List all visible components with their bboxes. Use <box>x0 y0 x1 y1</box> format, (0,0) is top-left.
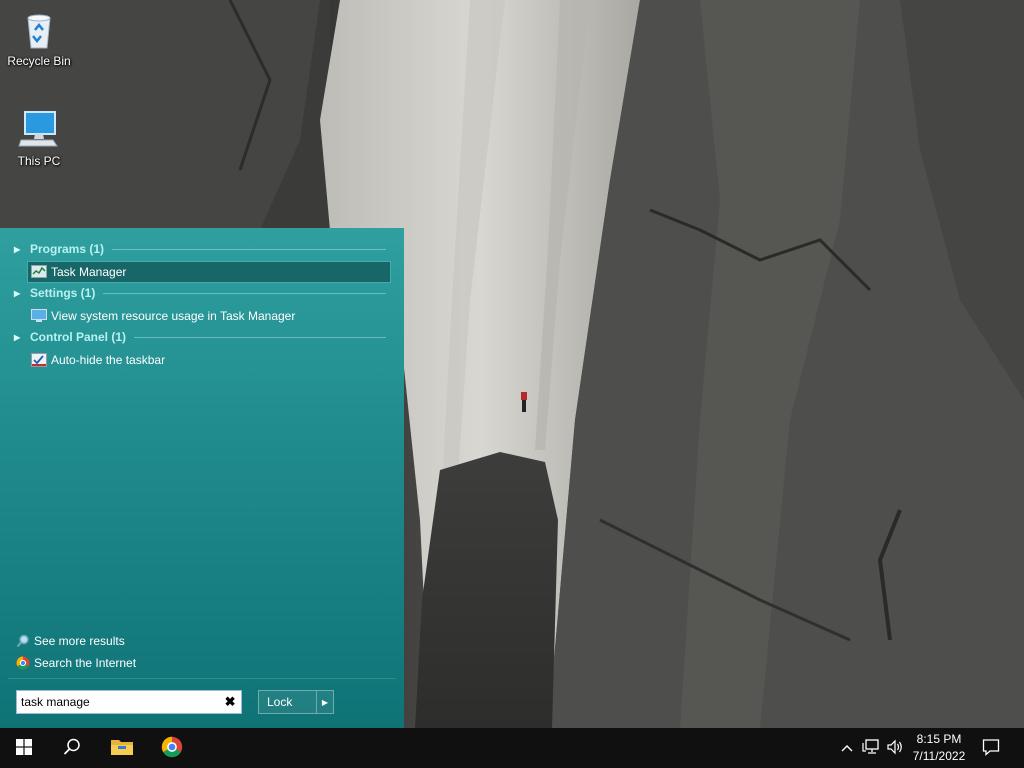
desktop-icon-recycle-bin[interactable]: Recycle Bin <box>1 8 77 68</box>
windows-start-icon <box>16 738 32 758</box>
task-manager-icon <box>31 265 47 279</box>
volume-icon <box>886 739 904 758</box>
recycle-bin-icon <box>17 8 61 52</box>
result-label: Auto-hide the taskbar <box>51 353 166 367</box>
chrome-icon <box>16 656 30 670</box>
clock-time: 8:15 PM <box>916 732 962 746</box>
result-label: View system resource usage in Task Manag… <box>51 309 296 323</box>
link-label: Search the Internet <box>34 656 137 670</box>
expand-arrow-icon: ▶ <box>14 288 21 298</box>
taskbar-file-explorer-button[interactable] <box>98 728 146 768</box>
volume-tray-button[interactable] <box>884 738 906 758</box>
network-tray-button[interactable] <box>860 738 882 758</box>
group-header-control-panel[interactable]: ▶ Control Panel (1) <box>14 328 386 346</box>
result-view-resource-usage[interactable]: View system resource usage in Task Manag… <box>28 306 390 326</box>
action-center-button[interactable] <box>980 738 1002 758</box>
search-internet-link[interactable]: Search the Internet <box>16 654 136 672</box>
expand-arrow-icon: ▶ <box>14 332 21 342</box>
see-more-results-link[interactable]: See more results <box>16 632 125 650</box>
taskbar-chrome-button[interactable] <box>148 728 196 768</box>
result-auto-hide-taskbar[interactable]: Auto-hide the taskbar <box>28 350 390 370</box>
computer-icon <box>17 108 61 152</box>
divider <box>134 336 386 338</box>
group-header-label: Control Panel (1) <box>30 330 127 344</box>
desktop-icon-label: Recycle Bin <box>7 54 71 68</box>
chevron-up-icon <box>841 741 853 755</box>
search-magnifier-icon <box>16 634 30 648</box>
start-menu-search-panel: ▶ Programs (1) Task Manager ▶ Settings (… <box>0 228 404 728</box>
group-header-settings[interactable]: ▶ Settings (1) <box>14 284 386 302</box>
search-icon <box>63 738 81 759</box>
clear-search-icon[interactable]: ✖ <box>219 694 241 710</box>
file-explorer-icon <box>110 737 134 760</box>
notification-icon <box>982 738 1000 759</box>
start-search-box[interactable]: ✖ <box>16 690 242 714</box>
group-header-label: Programs (1) <box>30 242 105 256</box>
lock-button-label: Lock <box>267 695 293 709</box>
taskbar: 8:15 PM 7/11/2022 <box>0 728 1024 768</box>
divider <box>112 248 386 250</box>
chrome-icon <box>161 736 183 761</box>
link-label: See more results <box>34 634 125 648</box>
show-hidden-icons-button[interactable] <box>838 738 856 758</box>
result-label: Task Manager <box>51 265 127 279</box>
taskbar-settings-icon <box>31 353 47 367</box>
desktop-icon-this-pc[interactable]: This PC <box>1 108 77 168</box>
windows-start-button[interactable] <box>0 728 48 768</box>
group-header-programs[interactable]: ▶ Programs (1) <box>14 240 386 258</box>
clock-date: 7/11/2022 <box>912 749 966 763</box>
monitor-settings-icon <box>31 309 47 323</box>
divider <box>103 292 386 294</box>
expand-arrow-icon: ▶ <box>14 244 21 254</box>
taskbar-search-button[interactable] <box>48 728 96 768</box>
taskbar-clock[interactable]: 8:15 PM 7/11/2022 <box>904 731 974 765</box>
lock-button[interactable]: Lock ▶ <box>258 690 334 714</box>
group-header-label: Settings (1) <box>30 286 96 300</box>
result-task-manager[interactable]: Task Manager <box>27 261 391 283</box>
divider <box>8 678 396 679</box>
desktop-icon-label: This PC <box>17 154 61 168</box>
start-search-input[interactable] <box>17 695 220 709</box>
network-icon <box>862 738 880 758</box>
power-options-chevron-icon[interactable]: ▶ <box>316 691 333 713</box>
